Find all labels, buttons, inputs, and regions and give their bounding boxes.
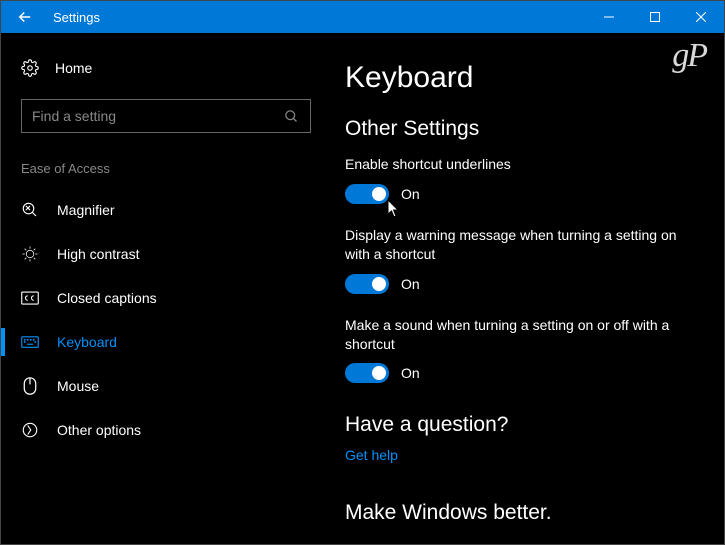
- main-panel: Keyboard Other Settings Enable shortcut …: [331, 33, 724, 544]
- options-icon: [21, 421, 39, 439]
- toggle-warning-message[interactable]: [345, 274, 389, 294]
- toggle-shortcut-underlines[interactable]: [345, 184, 389, 204]
- sidebar-item-label: Mouse: [57, 378, 99, 394]
- toggle-state: On: [401, 186, 420, 202]
- minimize-button[interactable]: [586, 1, 632, 33]
- mouse-icon: [21, 377, 39, 395]
- sidebar-item-other-options[interactable]: Other options: [1, 408, 331, 452]
- section-heading: Other Settings: [345, 117, 696, 141]
- sidebar: Home Find a setting Ease of Access Magni…: [1, 33, 331, 544]
- toggle-state: On: [401, 276, 420, 292]
- page-title: Keyboard: [345, 61, 696, 95]
- sidebar-item-magnifier[interactable]: Magnifier: [1, 188, 331, 232]
- search-placeholder: Find a setting: [32, 108, 116, 124]
- gear-icon: [21, 59, 39, 77]
- home-label: Home: [55, 60, 92, 76]
- question-section: Have a question? Get help: [345, 413, 696, 463]
- feedback-section: Make Windows better.: [345, 501, 696, 525]
- cc-icon: [21, 289, 39, 307]
- sidebar-item-mouse[interactable]: Mouse: [1, 364, 331, 408]
- setting-label: Make a sound when turning a setting on o…: [345, 316, 685, 354]
- get-help-link[interactable]: Get help: [345, 447, 696, 463]
- toggle-sound[interactable]: [345, 363, 389, 383]
- titlebar: Settings: [1, 1, 724, 33]
- search-icon: [282, 107, 300, 125]
- setting-label: Display a warning message when turning a…: [345, 226, 685, 264]
- sidebar-item-label: Magnifier: [57, 202, 115, 218]
- magnifier-icon: [21, 201, 39, 219]
- home-button[interactable]: Home: [1, 49, 331, 87]
- sidebar-item-label: Keyboard: [57, 334, 117, 350]
- sidebar-item-label: Other options: [57, 422, 141, 438]
- feedback-heading: Make Windows better.: [345, 501, 696, 525]
- sidebar-item-closed-captions[interactable]: Closed captions: [1, 276, 331, 320]
- sidebar-item-high-contrast[interactable]: High contrast: [1, 232, 331, 276]
- back-button[interactable]: [1, 1, 49, 33]
- window-title: Settings: [49, 10, 100, 25]
- setting-warning-message: Display a warning message when turning a…: [345, 226, 696, 294]
- sidebar-section-title: Ease of Access: [1, 153, 331, 188]
- question-heading: Have a question?: [345, 413, 696, 437]
- maximize-button[interactable]: [632, 1, 678, 33]
- setting-label: Enable shortcut underlines: [345, 155, 685, 174]
- sidebar-item-keyboard[interactable]: Keyboard: [1, 320, 331, 364]
- close-button[interactable]: [678, 1, 724, 33]
- setting-shortcut-underlines: Enable shortcut underlines On: [345, 155, 696, 204]
- keyboard-icon: [21, 333, 39, 351]
- toggle-state: On: [401, 365, 420, 381]
- sidebar-item-label: Closed captions: [57, 290, 157, 306]
- contrast-icon: [21, 245, 39, 263]
- setting-sound: Make a sound when turning a setting on o…: [345, 316, 696, 384]
- search-input[interactable]: Find a setting: [21, 99, 311, 133]
- sidebar-item-label: High contrast: [57, 246, 139, 262]
